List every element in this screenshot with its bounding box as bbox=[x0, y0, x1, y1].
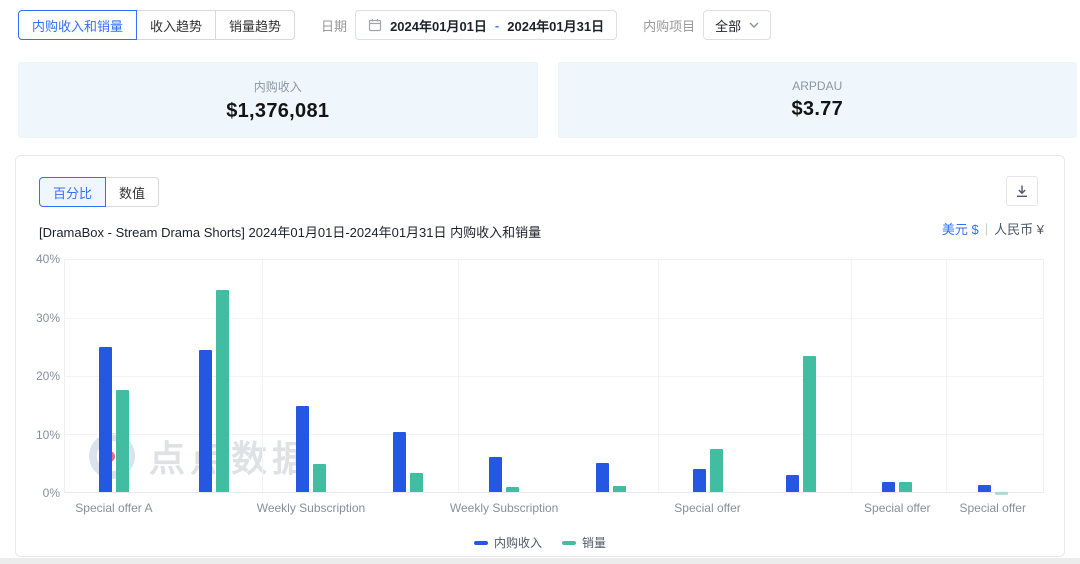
y-axis-tick: 30% bbox=[36, 311, 60, 325]
bar-revenue bbox=[296, 406, 309, 492]
x-axis-label: Special offer bbox=[864, 501, 931, 515]
bar-group bbox=[489, 260, 519, 492]
bar-revenue bbox=[882, 482, 895, 492]
chevron-down-icon bbox=[749, 22, 759, 28]
bar-group bbox=[596, 260, 626, 492]
y-axis-tick: 20% bbox=[36, 369, 60, 383]
currency-toggle: 美元 $ | 人民币 ¥ bbox=[942, 219, 1044, 238]
bar-sales bbox=[899, 482, 912, 492]
toolbar: 内购收入和销量 收入趋势 销量趋势 日期 2024年01月01日 - 2024年… bbox=[18, 10, 1062, 40]
grid-line-vertical bbox=[262, 260, 263, 492]
grid-line-vertical bbox=[851, 260, 852, 492]
plot-area: 点点数据 Special offer AWeekly SubscriptionW… bbox=[64, 259, 1044, 493]
x-axis-label: Weekly Subscription bbox=[257, 501, 366, 515]
bar-group bbox=[693, 260, 723, 492]
bar-group bbox=[296, 260, 326, 492]
bar-group bbox=[882, 260, 912, 492]
date-separator: - bbox=[495, 18, 499, 33]
tab-iap-revenue-sales[interactable]: 内购收入和销量 bbox=[18, 10, 137, 40]
currency-divider: | bbox=[985, 221, 988, 236]
grid-line-vertical bbox=[946, 260, 947, 492]
bar-sales bbox=[506, 487, 519, 492]
stat-label: 内购收入 bbox=[254, 78, 302, 95]
x-axis-label: Special offer bbox=[674, 501, 741, 515]
stat-card-arpdau: ARPDAU $3.77 bbox=[558, 62, 1078, 138]
y-axis-tick: 0% bbox=[43, 486, 60, 500]
stat-label: ARPDAU bbox=[792, 79, 842, 93]
bar-sales bbox=[710, 449, 723, 493]
y-axis: 40%30%20%10%0% bbox=[22, 259, 60, 493]
watermark-text: 点点数据 bbox=[149, 430, 313, 482]
download-button[interactable] bbox=[1006, 176, 1038, 206]
grid-line-vertical bbox=[658, 260, 659, 492]
bar-revenue bbox=[393, 432, 406, 492]
bar-revenue bbox=[99, 347, 112, 492]
stat-card-iap-revenue: 内购收入 $1,376,081 bbox=[18, 62, 538, 138]
stat-cards: 内购收入 $1,376,081 ARPDAU $3.77 bbox=[18, 62, 1077, 138]
date-start: 2024年01月01日 bbox=[390, 16, 487, 35]
legend-marker-revenue bbox=[474, 541, 488, 545]
bar-revenue bbox=[786, 475, 799, 492]
bar-group bbox=[99, 260, 129, 492]
mode-percentage-button[interactable]: 百分比 bbox=[39, 177, 106, 207]
mode-numeric-button[interactable]: 数值 bbox=[105, 177, 159, 207]
tab-sales-trend[interactable]: 销量趋势 bbox=[215, 10, 295, 40]
bar-revenue bbox=[199, 350, 212, 492]
y-axis-tick: 40% bbox=[36, 252, 60, 266]
date-range-picker[interactable]: 2024年01月01日 - 2024年01月31日 bbox=[355, 10, 617, 40]
bar-sales bbox=[116, 390, 129, 492]
legend-label: 内购收入 bbox=[494, 534, 542, 551]
currency-cny-button[interactable]: 人民币 ¥ bbox=[994, 219, 1044, 238]
tab-revenue-trend[interactable]: 收入趋势 bbox=[136, 10, 216, 40]
bar-revenue bbox=[693, 469, 706, 492]
x-axis-label: Special offer A bbox=[75, 501, 152, 515]
bar-sales bbox=[216, 290, 229, 492]
date-end: 2024年01月31日 bbox=[507, 16, 604, 35]
bar-sales bbox=[410, 473, 423, 492]
x-axis-label: Weekly Subscription bbox=[450, 501, 559, 515]
x-axis-label: Special offer bbox=[959, 501, 1026, 515]
bar-group bbox=[393, 260, 423, 492]
legend-label: 销量 bbox=[582, 534, 606, 551]
calendar-icon bbox=[368, 18, 382, 32]
bar-sales bbox=[313, 464, 326, 492]
date-label: 日期 bbox=[321, 16, 347, 35]
currency-usd-button[interactable]: 美元 $ bbox=[942, 219, 979, 238]
chart-panel: 百分比 数值 [DramaBox - Stream Drama Shorts] … bbox=[15, 155, 1065, 557]
value-mode-toggle: 百分比 数值 bbox=[39, 177, 159, 207]
stat-value: $1,376,081 bbox=[226, 100, 329, 123]
download-icon bbox=[1015, 184, 1029, 198]
page-bottom-edge bbox=[0, 558, 1080, 564]
bar-revenue bbox=[978, 485, 991, 492]
bar-group bbox=[786, 260, 816, 492]
chart-title: [DramaBox - Stream Drama Shorts] 2024年01… bbox=[39, 222, 541, 241]
y-axis-tick: 10% bbox=[36, 428, 60, 442]
bar-revenue bbox=[489, 457, 502, 492]
bar-group bbox=[978, 260, 1008, 492]
iap-item-label: 内购项目 bbox=[643, 16, 695, 35]
iap-item-value: 全部 bbox=[715, 16, 741, 35]
legend-item-sales[interactable]: 销量 bbox=[562, 534, 606, 551]
legend-marker-sales bbox=[562, 541, 576, 545]
bar-revenue bbox=[596, 463, 609, 492]
bar-sales bbox=[803, 356, 816, 492]
chart-legend: 内购收入 销量 bbox=[16, 534, 1064, 551]
bar-group bbox=[199, 260, 229, 492]
bar-sales bbox=[613, 486, 626, 492]
report-tabs: 内购收入和销量 收入趋势 销量趋势 bbox=[18, 10, 295, 40]
bar-sales bbox=[995, 492, 1008, 495]
stat-value: $3.77 bbox=[791, 98, 843, 121]
grid-line-vertical bbox=[458, 260, 459, 492]
legend-item-revenue[interactable]: 内购收入 bbox=[474, 534, 542, 551]
iap-item-select[interactable]: 全部 bbox=[703, 10, 771, 40]
